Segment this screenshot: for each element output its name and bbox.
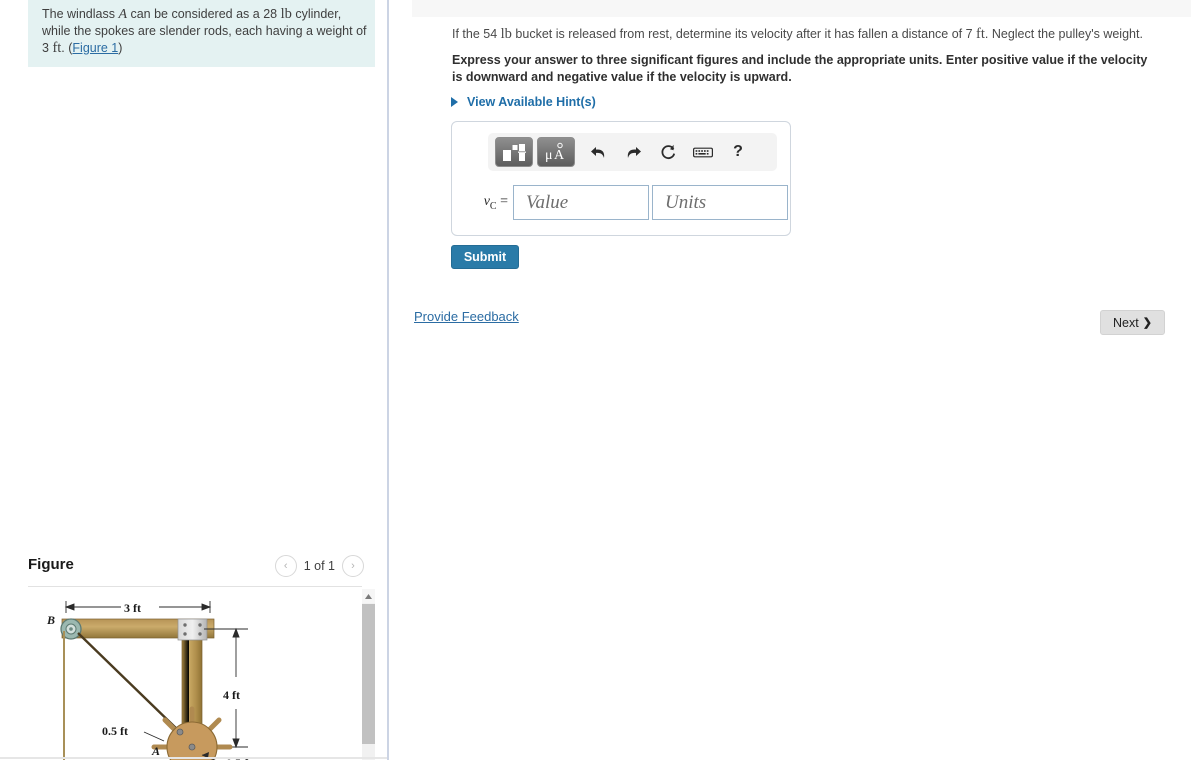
formula-template-icon[interactable] (495, 137, 533, 167)
micro-angstrom-units-icon[interactable]: μ A (537, 137, 575, 167)
problem-weight-unit: lb (280, 6, 292, 22)
next-button-label: Next (1113, 315, 1139, 330)
answer-field-row: vC = Value Units (464, 185, 788, 220)
problem-text-part5: ) (118, 41, 123, 55)
answer-value-input[interactable]: Value (513, 185, 649, 220)
right-pane: If the 54 lb bucket is released from res… (389, 0, 1200, 760)
figure-divider (28, 586, 362, 587)
svg-text:A: A (554, 148, 565, 163)
label-b: B (46, 613, 55, 627)
svg-text:μ: μ (545, 148, 553, 163)
question-part-c: . Neglect the pulley's weight. (984, 27, 1143, 41)
chevron-right-icon: ❯ (1142, 317, 1152, 329)
problem-text-part1: The windlass (42, 7, 119, 21)
variable-subscript: C (489, 200, 497, 212)
next-button[interactable]: Next ❯ (1100, 310, 1165, 335)
figure-pager-label: 1 of 1 (303, 559, 335, 573)
provide-feedback-link[interactable]: Provide Feedback (414, 309, 519, 324)
scroll-up-icon[interactable] (362, 589, 375, 603)
figure-next-button[interactable]: › (342, 555, 364, 577)
answer-instruction-text: Express your answer to three significant… (452, 53, 1148, 84)
undo-arrow-icon[interactable] (586, 142, 610, 162)
windlass-diagram: 3 ft B 4 ft 0.5 ft A (46, 601, 252, 760)
answer-input-widget: μ A ? vC = Value Units (451, 121, 791, 236)
problem-statement-panel: The windlass A can be considered as a 28… (28, 0, 375, 67)
top-gray-bar (412, 0, 1191, 17)
problem-weight-value: 28 (263, 7, 278, 21)
chevron-right-icon (451, 97, 458, 107)
figure-header: Figure ‹ 1 of 1 › (28, 552, 376, 586)
view-hints-toggle[interactable]: View Available Hint(s) (451, 95, 596, 109)
figure-scrollbar-thumb[interactable] (362, 604, 375, 744)
problem-variable-a: A (118, 7, 127, 22)
label-4ft: 4 ft (223, 688, 240, 702)
submit-button[interactable]: Submit (451, 245, 519, 269)
value-placeholder: Value (526, 191, 569, 213)
keyboard-icon[interactable] (691, 142, 715, 162)
question-distance-unit: ft (976, 26, 985, 42)
problem-text-part2: can be considered as a (127, 7, 264, 21)
view-hints-label: View Available Hint(s) (467, 95, 596, 109)
left-pane-bottom-divider (0, 757, 387, 759)
redo-arrow-icon[interactable] (621, 142, 645, 162)
label-a: A (151, 744, 160, 758)
question-part-b: bucket is released from rest, determine … (511, 27, 977, 41)
answer-variable-label: vC = (464, 194, 513, 212)
figure-pager: ‹ 1 of 1 › (274, 555, 364, 577)
problem-statement-text: The windlass A can be considered as a 28… (28, 6, 375, 57)
left-pane: The windlass A can be considered as a 28… (0, 0, 387, 760)
problem-spoke-value: 3 (42, 41, 49, 55)
answer-units-input[interactable]: Units (652, 185, 788, 220)
problem-spoke-unit: ft (52, 40, 62, 56)
question-part-a: If the 54 (452, 27, 501, 41)
equals-sign: = (500, 193, 508, 209)
answer-toolbar: μ A ? (488, 133, 777, 171)
label-05ft-left: 0.5 ft (102, 724, 128, 738)
figure-1-link[interactable]: Figure 1 (72, 41, 118, 55)
question-text: If the 54 lb bucket is released from res… (452, 26, 1152, 43)
problem-text-part4: . ( (61, 41, 73, 55)
label-3ft: 3 ft (124, 601, 141, 615)
figure-section-title: Figure (28, 556, 74, 573)
figure-prev-button[interactable]: ‹ (274, 555, 297, 577)
help-icon[interactable]: ? (726, 142, 750, 162)
figure-scrollbar[interactable] (362, 589, 375, 760)
units-placeholder: Units (665, 191, 707, 213)
help-question-mark: ? (733, 143, 743, 160)
question-bucket-unit: lb (500, 26, 512, 42)
page-root: The windlass A can be considered as a 28… (0, 0, 1200, 760)
figure-image-viewport[interactable]: 3 ft B 4 ft 0.5 ft A (14, 589, 362, 760)
reset-circular-arrow-icon[interactable] (656, 142, 680, 162)
